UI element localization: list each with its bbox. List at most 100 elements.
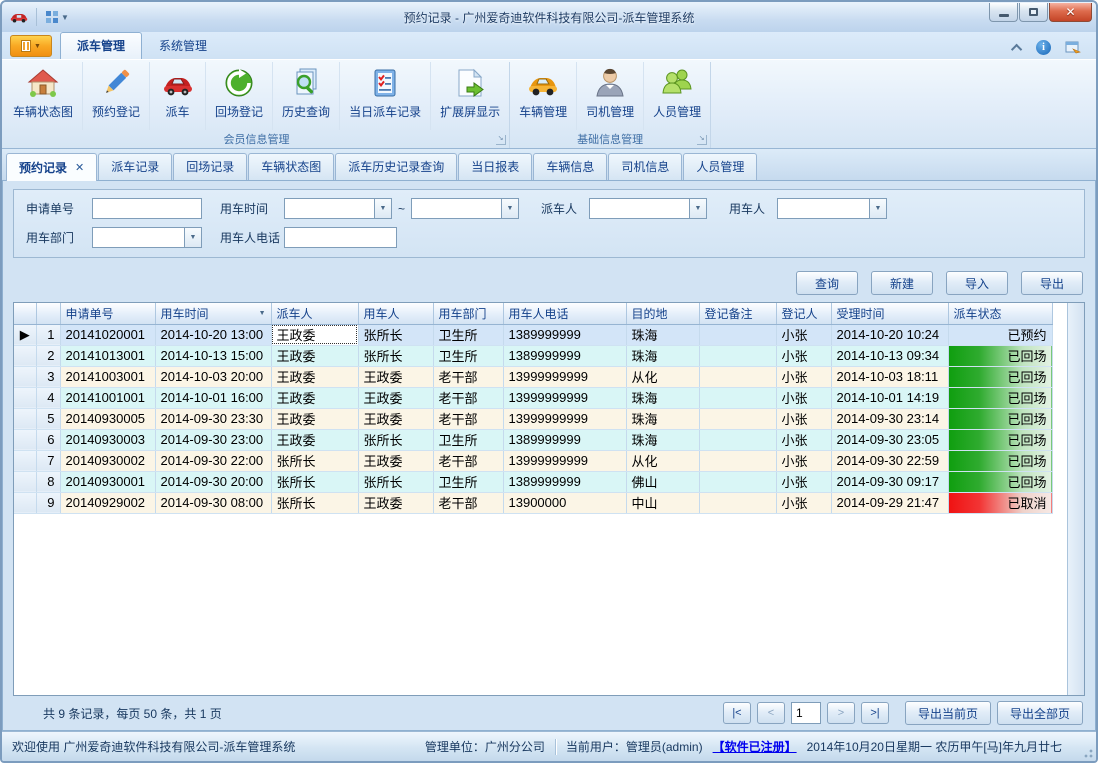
row-number[interactable]: 5 (36, 408, 60, 429)
column-header-status[interactable]: 派车状态 (948, 303, 1052, 324)
row-indicator[interactable] (14, 387, 36, 408)
cell-dept[interactable]: 卫生所 (433, 429, 503, 450)
doc-tab-0[interactable]: 预约记录✕ (6, 153, 97, 181)
create-button[interactable]: 新建 (871, 271, 933, 295)
cell-accept_time[interactable]: 2014-10-13 09:34 (831, 345, 948, 366)
phone-input[interactable] (284, 227, 397, 248)
row-number[interactable]: 3 (36, 366, 60, 387)
order-no-input[interactable] (92, 198, 202, 219)
row-indicator[interactable] (14, 408, 36, 429)
cell-order_no[interactable]: 20141020001 (60, 324, 155, 345)
return-register-button[interactable]: 回场登记 (206, 62, 273, 130)
cell-user[interactable]: 王政委 (358, 492, 433, 513)
column-header-phone[interactable]: 用车人电话 (503, 303, 626, 324)
doc-tab-7[interactable]: 司机信息 (608, 153, 682, 180)
cell-user[interactable]: 张所长 (358, 324, 433, 345)
row-indicator[interactable] (14, 471, 36, 492)
history-search-button[interactable]: 历史查询 (273, 62, 340, 130)
cell-remark[interactable] (699, 471, 776, 492)
page-number-input[interactable] (791, 702, 821, 724)
doc-tab-1[interactable]: 派车记录 (98, 153, 172, 180)
cell-order_no[interactable]: 20141001001 (60, 387, 155, 408)
row-indicator[interactable] (14, 429, 36, 450)
cell-use_time[interactable]: 2014-10-20 13:00 (155, 324, 271, 345)
export-button[interactable]: 导出 (1021, 271, 1083, 295)
cell-accept_time[interactable]: 2014-10-20 10:24 (831, 324, 948, 345)
cell-phone[interactable]: 13900000 (503, 492, 626, 513)
use-time-from-combo[interactable] (284, 198, 392, 219)
cell-remark[interactable] (699, 408, 776, 429)
cell-registrar[interactable]: 小张 (776, 366, 831, 387)
cell-user[interactable]: 张所长 (358, 345, 433, 366)
row-indicator[interactable]: ▶ (14, 324, 36, 345)
cell-user[interactable]: 张所长 (358, 429, 433, 450)
doc-tab-5[interactable]: 当日报表 (458, 153, 532, 180)
cell-use_time[interactable]: 2014-09-30 23:00 (155, 429, 271, 450)
column-header-dept[interactable]: 用车部门 (433, 303, 503, 324)
use-time-to-input[interactable] (411, 198, 501, 219)
close-tab-icon[interactable]: ✕ (75, 161, 84, 174)
cell-dept[interactable]: 老干部 (433, 492, 503, 513)
cell-use_time[interactable]: 2014-10-01 16:00 (155, 387, 271, 408)
cell-user[interactable]: 王政委 (358, 366, 433, 387)
cell-status[interactable]: 已回场 (948, 471, 1052, 492)
dispatch-car-button[interactable]: 派车 (150, 62, 206, 130)
use-time-to-combo[interactable] (411, 198, 519, 219)
cell-order_no[interactable]: 20140930005 (60, 408, 155, 429)
cell-status[interactable]: 已回场 (948, 345, 1052, 366)
cell-dispatcher[interactable]: 王政委 (271, 408, 358, 429)
cell-user[interactable]: 张所长 (358, 471, 433, 492)
cell-user[interactable]: 王政委 (358, 408, 433, 429)
row-number[interactable]: 8 (36, 471, 60, 492)
cell-dispatcher[interactable]: 张所长 (271, 450, 358, 471)
cell-destination[interactable]: 佛山 (626, 471, 699, 492)
row-indicator[interactable] (14, 450, 36, 471)
cell-order_no[interactable]: 20140929002 (60, 492, 155, 513)
cell-destination[interactable]: 中山 (626, 492, 699, 513)
dept-combo[interactable] (92, 227, 202, 248)
ribbon-tab-system[interactable]: 系统管理 (142, 32, 224, 59)
cell-registrar[interactable]: 小张 (776, 429, 831, 450)
cell-use_time[interactable]: 2014-10-13 15:00 (155, 345, 271, 366)
cell-remark[interactable] (699, 429, 776, 450)
cell-registrar[interactable]: 小张 (776, 387, 831, 408)
cell-phone[interactable]: 1389999999 (503, 471, 626, 492)
cell-dept[interactable]: 卫生所 (433, 345, 503, 366)
first-page-button[interactable]: |< (723, 702, 751, 724)
cell-accept_time[interactable]: 2014-09-29 21:47 (831, 492, 948, 513)
cell-accept_time[interactable]: 2014-10-01 14:19 (831, 387, 948, 408)
row-indicator[interactable] (14, 366, 36, 387)
cell-phone[interactable]: 1389999999 (503, 345, 626, 366)
cell-order_no[interactable]: 20141013001 (60, 345, 155, 366)
chevron-down-icon[interactable] (869, 198, 887, 219)
people-manage-button[interactable]: 人员管理 (644, 62, 710, 130)
cell-phone[interactable]: 1389999999 (503, 324, 626, 345)
column-header-use_time[interactable]: 用车时间▼ (155, 303, 271, 324)
next-page-button[interactable]: > (827, 702, 855, 724)
cell-dept[interactable]: 卫生所 (433, 471, 503, 492)
chevron-down-icon[interactable] (689, 198, 707, 219)
cell-accept_time[interactable]: 2014-10-03 18:11 (831, 366, 948, 387)
minimize-button[interactable] (989, 3, 1018, 22)
cell-accept_time[interactable]: 2014-09-30 22:59 (831, 450, 948, 471)
column-header-accept_time[interactable]: 受理时间 (831, 303, 948, 324)
doc-tab-3[interactable]: 车辆状态图 (248, 153, 334, 180)
dispatcher-combo[interactable] (589, 198, 707, 219)
group-dialog-launcher-icon[interactable]: ↘ (697, 135, 707, 145)
cell-dispatcher[interactable]: 王政委 (271, 324, 358, 345)
cell-registrar[interactable]: 小张 (776, 471, 831, 492)
cell-status[interactable]: 已回场 (948, 450, 1052, 471)
cell-dispatcher[interactable]: 王政委 (271, 366, 358, 387)
resize-grip[interactable] (1081, 746, 1093, 758)
cell-phone[interactable]: 13999999999 (503, 450, 626, 471)
cell-status[interactable]: 已回场 (948, 429, 1052, 450)
row-indicator[interactable] (14, 492, 36, 513)
cell-phone[interactable]: 13999999999 (503, 408, 626, 429)
restore-button[interactable] (1019, 3, 1048, 22)
column-header-destination[interactable]: 目的地 (626, 303, 699, 324)
doc-tab-4[interactable]: 派车历史记录查询 (335, 153, 457, 180)
ribbon-tab-dispatch[interactable]: 派车管理 (60, 32, 142, 59)
export-current-page-button[interactable]: 导出当前页 (905, 701, 991, 725)
cell-registrar[interactable]: 小张 (776, 450, 831, 471)
cell-dispatcher[interactable]: 王政委 (271, 345, 358, 366)
